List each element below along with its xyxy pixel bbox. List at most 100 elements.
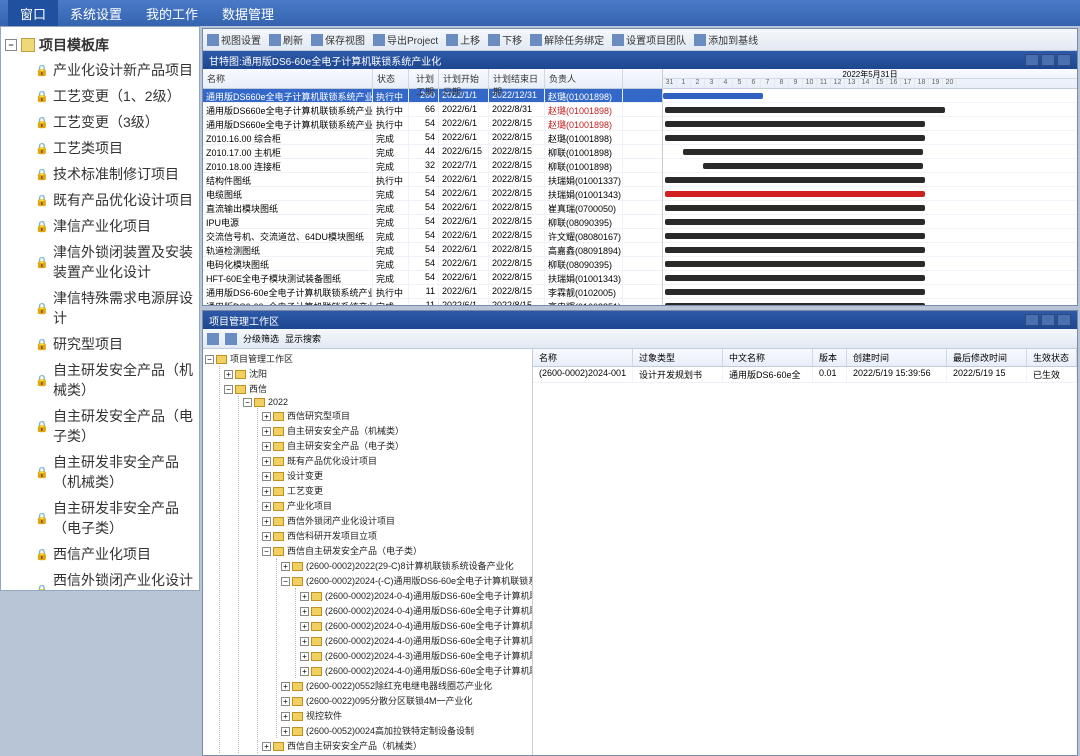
toolbar-button[interactable]: 设置项目团队 [612,32,686,47]
menu-mywork[interactable]: 我的工作 [134,0,210,27]
template-item[interactable]: 🔒自主研发安全产品（机械类） [33,357,195,403]
task-row[interactable]: IPU电源完成542022/6/12022/8/15柳联(08090395) [203,215,662,229]
close-button[interactable] [1057,314,1071,326]
pin-button[interactable] [1025,54,1039,66]
template-item[interactable]: 🔒津信产业化项目 [33,213,195,239]
gantt-bar[interactable] [665,247,925,253]
template-item[interactable]: 🔒研究型项目 [33,331,195,357]
gantt-bar[interactable] [665,261,925,267]
gantt-bar[interactable] [665,135,925,141]
detail-col[interactable]: 创建时间 [847,349,947,366]
toggle-icon[interactable]: + [281,712,290,721]
gantt-bar[interactable] [665,289,925,295]
gantt-bar[interactable] [665,121,925,127]
toolbar-button[interactable]: 保存视图 [311,32,365,47]
toggle-icon[interactable]: + [281,562,290,571]
task-row[interactable]: 交流信号机、交流道岔、64DU模块图纸完成542022/6/12022/8/15… [203,229,662,243]
col-name[interactable]: 名称 [203,69,373,88]
toggle-icon[interactable]: + [300,592,309,601]
gantt-bar[interactable] [703,163,923,169]
toggle-icon[interactable]: + [262,427,271,436]
toolbar-button[interactable]: 解除任务绑定 [530,32,604,47]
template-item[interactable]: 🔒既有产品优化设计项目 [33,187,195,213]
task-row[interactable]: 电缆图纸完成542022/6/12022/8/15扶瑞娟(01001343) [203,187,662,201]
toggle-icon[interactable]: − [243,398,252,407]
template-item[interactable]: 🔒工艺变更（3级） [33,109,195,135]
toggle-icon[interactable]: + [300,607,309,616]
tree-node[interactable]: +西信研究型项目 [262,408,530,423]
toolbar-button[interactable]: 导出Project [373,32,438,47]
tree-node[interactable]: +自主研安安全产品（电子类） [262,438,530,453]
toggle-icon[interactable]: + [281,697,290,706]
tree-node[interactable]: −项目管理工作区 [205,351,530,366]
gantt-bar[interactable] [665,205,925,211]
tree-node[interactable]: +(2600-0002)2024-4-3)通用版DS6-60e全电子计算机联锁系… [300,648,530,663]
template-item[interactable]: 🔒工艺类项目 [33,135,195,161]
toggle-icon[interactable]: + [281,682,290,691]
pin-button[interactable] [1025,314,1039,326]
tree-node[interactable]: −西信 [224,381,530,396]
maximize-button[interactable] [1041,314,1055,326]
toggle-icon[interactable]: + [262,742,271,751]
task-row[interactable]: 结构件图纸执行中542022/6/12022/8/15扶瑞娟(01001337) [203,173,662,187]
tree-node[interactable]: +设计变更 [262,468,530,483]
tree-node[interactable]: +(2600-0022)0552除红充电继电器线圈芯产业化 [281,678,530,693]
task-row[interactable]: Z010.18.00 连接柜完成322022/7/12022/8/15柳联(01… [203,159,662,173]
toggle-icon[interactable]: + [262,412,271,421]
toggle-icon[interactable]: + [300,622,309,631]
template-item[interactable]: 🔒产业化设计新产品项目 [33,57,195,83]
gantt-bar[interactable] [665,177,925,183]
template-item[interactable]: 🔒自主研发安全产品（电子类） [33,403,195,449]
tree-node[interactable]: +西信外锁闭产业化设计项目 [262,513,530,528]
toggle-icon[interactable]: + [262,532,271,541]
gantt-bar[interactable] [663,93,763,99]
col-owner[interactable]: 负责人 [545,69,623,88]
toggle-icon[interactable]: − [281,577,290,586]
toggle-icon[interactable]: + [262,517,271,526]
toggle-icon[interactable]: − [262,547,271,556]
tree-node[interactable]: +自主研安安全产品（机械类） [262,423,530,438]
toolbar-button[interactable]: 视图设置 [207,32,261,47]
tree-node[interactable]: +(2600-0022)095分散分区联锁4M一产业化 [281,693,530,708]
task-row[interactable]: 直流输出模块图纸完成542022/6/12022/8/15崔真瑞(0700050… [203,201,662,215]
toggle-icon[interactable]: + [300,652,309,661]
tree-node[interactable]: +工艺变更 [262,483,530,498]
tree-node[interactable]: +(2600-0002)2024-0-4)通用版DS6-60e全电子计算机联锁系… [300,618,530,633]
detail-col[interactable]: 中文名称 [723,349,813,366]
tree-node[interactable]: +沈阳 [224,366,530,381]
layout-icon-2[interactable] [225,333,237,345]
toggle-icon[interactable]: + [262,502,271,511]
gantt-bar[interactable] [683,149,923,155]
col-start[interactable]: 计划开始日期 [439,69,489,88]
toggle-icon[interactable]: + [262,487,271,496]
maximize-button[interactable] [1041,54,1055,66]
tree-node[interactable]: +(2600-0002)2024-4-0)通用版DS6-60e全电子计算机联锁系… [300,663,530,678]
tree-node[interactable]: +西信自主研安安全产品（机械类） [262,738,530,753]
gantt-bar[interactable] [665,233,925,239]
template-item[interactable]: 🔒自主研发非安全产品（电子类） [33,495,195,541]
toggle-icon[interactable]: + [262,472,271,481]
tree-node[interactable]: +(2600-0002)2024-4-0)通用版DS6-60e全电子计算机联锁系… [300,633,530,648]
template-item[interactable]: 🔒津信特殊需求电源屏设计 [33,285,195,331]
filter-button[interactable]: 分级筛选 [243,332,279,345]
menu-window[interactable]: 窗口 [8,0,58,27]
tree-node[interactable]: −(2600-0002)2024-(-C)通用版DS6-60e全电子计算机联锁系… [281,573,530,588]
collapse-icon[interactable]: − [5,39,17,51]
template-item[interactable]: 🔒技术标准制修订项目 [33,161,195,187]
gantt-bar[interactable] [665,219,925,225]
tree-node[interactable]: +(2600-0002)2024-0-4)通用版DS6-60e全电子计算机联锁系… [300,603,530,618]
toolbar-button[interactable]: 上移 [446,32,480,47]
gantt-bar[interactable] [665,275,925,281]
tree-node[interactable]: +产业化项目 [262,498,530,513]
layout-icon[interactable] [207,333,219,345]
toggle-icon[interactable]: + [300,667,309,676]
tree-node[interactable]: +既有产品优化设计项目 [262,453,530,468]
gantt-chart[interactable]: 2022年5月31日 31123456789101112131415161718… [663,69,1077,305]
task-row[interactable]: 通用版DS6-60e全电子计算机联锁系统产业化-工艺文件执行中112022/6/… [203,285,662,299]
gantt-bar[interactable] [665,191,925,197]
task-row[interactable]: 轨道检测图纸完成542022/6/12022/8/15高嘉鑫(08091894) [203,243,662,257]
tree-node[interactable]: +(2600-0002)2022(29-C)8计算机联锁系统设备产业化 [281,558,530,573]
menu-settings[interactable]: 系统设置 [58,0,134,27]
detail-col[interactable]: 名称 [533,349,633,366]
tree-root[interactable]: − 项目模板库 [5,33,195,57]
